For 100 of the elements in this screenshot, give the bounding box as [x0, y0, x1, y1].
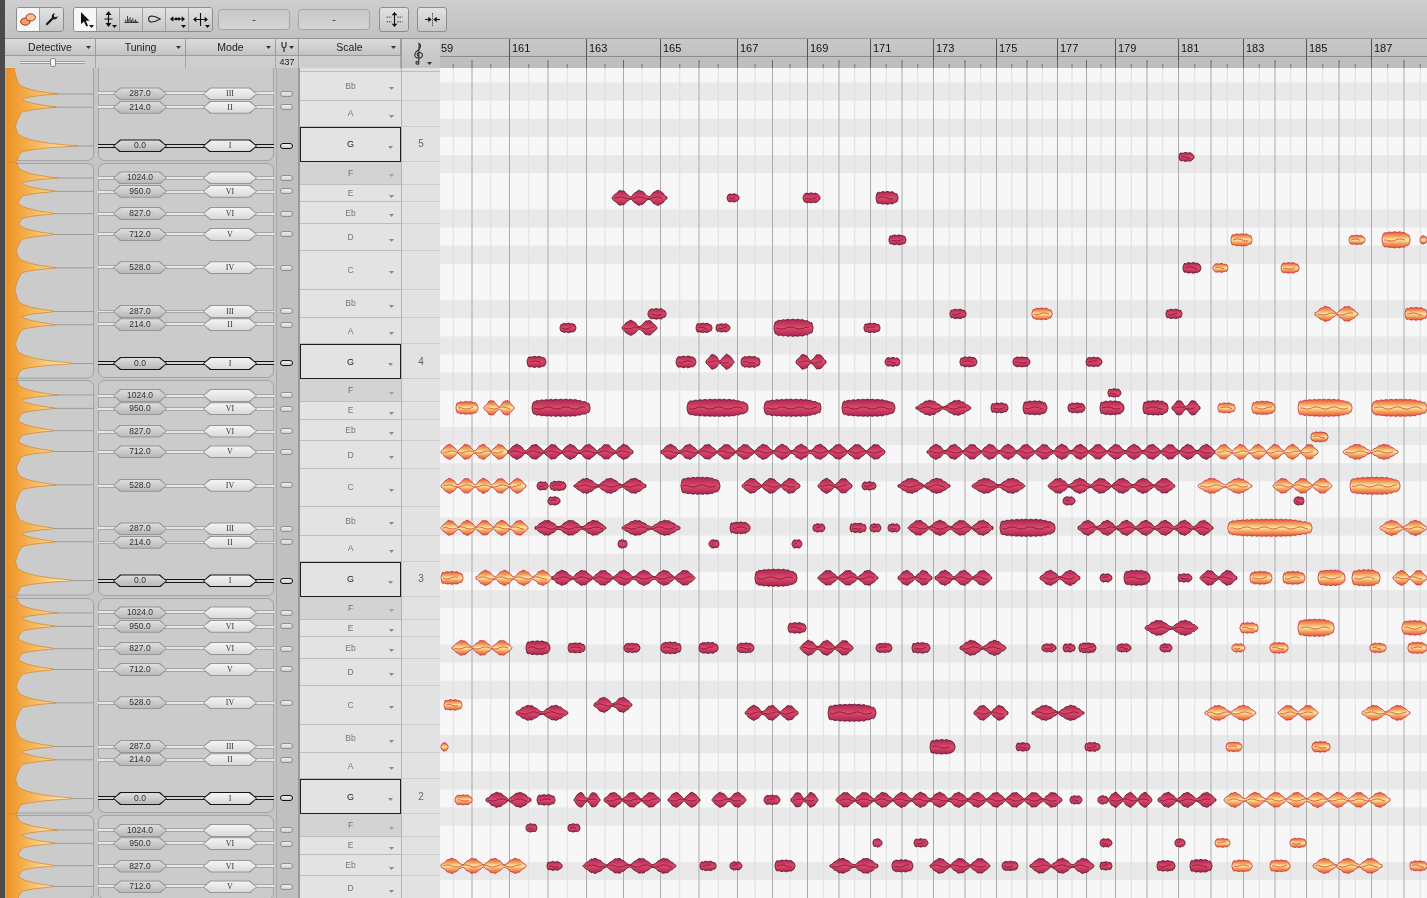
tuning-value-field[interactable]: 214.0	[113, 318, 167, 332]
column-header[interactable]: Scale	[299, 39, 401, 56]
tuning-value-field[interactable]: 712.0	[113, 662, 167, 676]
tuning-handle[interactable]	[280, 405, 293, 412]
scale-degree-field[interactable]: VI	[203, 424, 257, 438]
pitch-tool-button[interactable]	[97, 7, 120, 31]
scale-degree-field[interactable]: VI	[203, 642, 257, 656]
scale-degree-field[interactable]: II	[203, 100, 257, 114]
tuning-handle[interactable]	[280, 609, 293, 616]
scale-degree-field[interactable]: III	[203, 87, 257, 101]
tuning-value-field[interactable]: 712.0	[113, 445, 167, 459]
tuning-value-field[interactable]: 287.0	[113, 739, 167, 753]
tuning-handle[interactable]	[280, 743, 293, 750]
tuning-handle[interactable]	[280, 525, 293, 532]
scale-note-dropdown[interactable]: F	[300, 379, 401, 403]
value-field[interactable]: -	[218, 8, 290, 30]
scale-degree-field[interactable]: II	[203, 753, 257, 767]
value-field[interactable]: -	[298, 8, 370, 30]
scale-note-dropdown[interactable]: G	[300, 561, 401, 597]
tuning-handle[interactable]	[280, 756, 293, 763]
tuning-value-field[interactable]: 950.0	[113, 402, 167, 416]
tuning-handle[interactable]	[280, 104, 293, 111]
tuning-value-field[interactable]: 0.0	[113, 139, 167, 153]
wrench-button[interactable]	[40, 7, 63, 31]
column-header[interactable]: Detective	[5, 39, 96, 56]
tuning-value-field[interactable]: 528.0	[113, 696, 167, 710]
tuning-handle[interactable]	[280, 577, 293, 584]
tuning-handle[interactable]	[280, 666, 293, 673]
tuning-value-field[interactable]: 827.0	[113, 207, 167, 221]
tuning-value-field[interactable]: 950.0	[113, 184, 167, 198]
scale-degree-field[interactable]	[203, 823, 257, 837]
tuning-value-field[interactable]: 1024.0	[113, 171, 167, 185]
scale-degree-field[interactable]: I	[203, 574, 257, 588]
tuning-value-field[interactable]: 287.0	[113, 522, 167, 536]
scale-degree-field[interactable]: I	[203, 791, 257, 805]
tuning-value-field[interactable]: 528.0	[113, 478, 167, 492]
tuning-value-field[interactable]: 1024.0	[113, 606, 167, 620]
scale-note-dropdown[interactable]: F	[300, 161, 401, 185]
tuning-value-field[interactable]: 0.0	[113, 574, 167, 588]
tuning-value-field[interactable]: 950.0	[113, 837, 167, 851]
tuning-handle[interactable]	[280, 143, 293, 149]
move-tool-button[interactable]	[189, 7, 212, 31]
clef-menu-button[interactable]	[401, 39, 440, 68]
tuning-handle[interactable]	[280, 210, 293, 217]
tuning-handle[interactable]	[280, 90, 293, 97]
scale-note-dropdown[interactable]: G	[300, 779, 401, 815]
blob-tool-button[interactable]	[143, 7, 166, 31]
reference-pitch-header[interactable]	[276, 39, 299, 56]
tuning-value-field[interactable]: 214.0	[113, 535, 167, 549]
tuning-handle[interactable]	[280, 428, 293, 435]
tuning-handle[interactable]	[280, 623, 293, 630]
scale-degree-field[interactable]	[203, 388, 257, 402]
scale-degree-field[interactable]: VI	[203, 619, 257, 633]
scale-note-dropdown[interactable]: F	[300, 814, 401, 837]
tuning-value-field[interactable]: 827.0	[113, 424, 167, 438]
tuning-handle[interactable]	[280, 482, 293, 489]
tuning-value-field[interactable]: 1024.0	[113, 823, 167, 837]
tuning-handle[interactable]	[280, 174, 293, 181]
blob-view-button[interactable]	[17, 7, 40, 31]
timing-tool-button[interactable]	[166, 7, 189, 31]
tuning-handle[interactable]	[280, 699, 293, 706]
scale-degree-field[interactable]: IV	[203, 696, 257, 710]
scale-degree-field[interactable]: V	[203, 445, 257, 459]
tuning-handle[interactable]	[280, 448, 293, 455]
scale-degree-field[interactable]: V	[203, 880, 257, 894]
scale-degree-field[interactable]	[203, 606, 257, 620]
tuning-value-field[interactable]: 712.0	[113, 227, 167, 241]
tuning-handle[interactable]	[280, 392, 293, 399]
tuning-value-field[interactable]: 950.0	[113, 619, 167, 633]
scale-degree-field[interactable]: VI	[203, 184, 257, 198]
scale-degree-field[interactable]: V	[203, 662, 257, 676]
tuning-value-field[interactable]: 712.0	[113, 880, 167, 894]
pointer-tool-button[interactable]	[74, 7, 97, 31]
scale-degree-field[interactable]: IV	[203, 261, 257, 275]
scale-degree-field[interactable]: III	[203, 739, 257, 753]
tuning-handle[interactable]	[280, 645, 293, 652]
scale-degree-field[interactable]: II	[203, 535, 257, 549]
tuning-handle[interactable]	[280, 840, 293, 847]
tuning-value-field[interactable]: 214.0	[113, 753, 167, 767]
tuning-handle[interactable]	[280, 308, 293, 315]
tuning-value-field[interactable]: 0.0	[113, 791, 167, 805]
scale-degree-field[interactable]: II	[203, 318, 257, 332]
tuning-value-field[interactable]: 827.0	[113, 642, 167, 656]
scale-degree-field[interactable]: V	[203, 227, 257, 241]
tuning-handle[interactable]	[280, 539, 293, 546]
tuning-value-field[interactable]: 1024.0	[113, 388, 167, 402]
tuning-handle[interactable]	[280, 863, 293, 869]
tuning-handle[interactable]	[280, 883, 293, 890]
scale-degree-field[interactable]: I	[203, 139, 257, 153]
scale-note-dropdown[interactable]: G	[300, 344, 401, 380]
pitch-center-button[interactable]	[379, 6, 409, 32]
tuning-value-field[interactable]: 214.0	[113, 100, 167, 114]
scale-degree-field[interactable]: I	[203, 356, 257, 370]
time-quantize-button[interactable]	[417, 6, 447, 32]
tuning-handle[interactable]	[280, 321, 293, 328]
column-header[interactable]: Tuning	[96, 39, 186, 56]
tuning-handle[interactable]	[280, 264, 293, 271]
scale-note-dropdown[interactable]: F	[300, 596, 401, 620]
scale-degree-field[interactable]	[203, 171, 257, 185]
tuning-value-field[interactable]: 827.0	[113, 859, 167, 873]
